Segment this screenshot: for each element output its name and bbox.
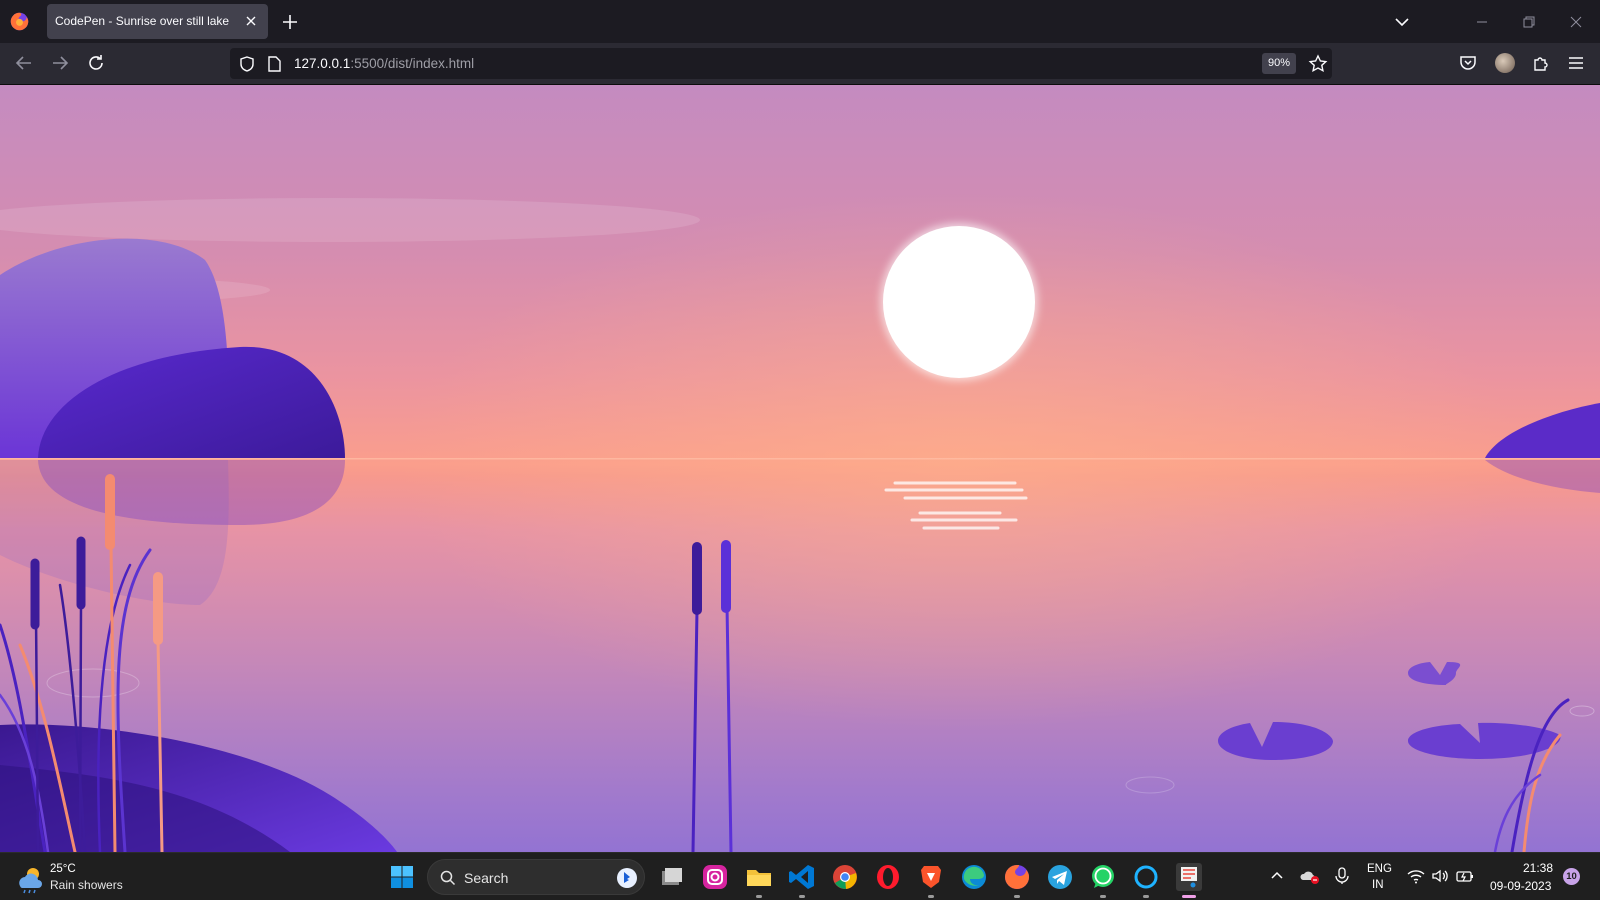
clock-time[interactable]: 21:38	[1523, 861, 1553, 875]
horizon-line	[0, 458, 1600, 460]
running-indicator	[799, 895, 805, 898]
chevron-down-icon[interactable]	[1392, 12, 1412, 32]
language-indicator[interactable]: ENG	[1367, 863, 1392, 875]
volume-icon[interactable]	[1431, 867, 1449, 885]
minimize-icon[interactable]	[1474, 14, 1490, 30]
page-icon[interactable]	[266, 55, 282, 73]
edge-icon[interactable]	[958, 861, 990, 893]
rain-cloud-icon	[19, 868, 42, 894]
search-icon	[440, 870, 456, 886]
page-viewport	[0, 85, 1600, 852]
clock-date[interactable]: 09-09-2023	[1490, 879, 1551, 893]
running-indicator	[1014, 895, 1020, 898]
url-bar[interactable]: 127.0.0.1:5500/dist/index.html 90%	[230, 48, 1332, 79]
sun	[883, 226, 1035, 378]
tab-title: CodePen - Sunrise over still lake	[55, 14, 230, 28]
whatsapp-icon[interactable]	[1087, 861, 1119, 893]
zoom-level-badge[interactable]: 90%	[1262, 53, 1297, 74]
chevron-up-icon[interactable]	[1270, 869, 1284, 883]
weather-widget[interactable]: 25°C Rain showers	[14, 861, 154, 895]
firefox-logo-icon[interactable]	[9, 11, 30, 32]
taskbar-search[interactable]: Search	[427, 859, 645, 895]
shield-icon[interactable]	[238, 55, 256, 73]
file-explorer-icon[interactable]	[743, 861, 775, 893]
weather-temperature: 25°C	[50, 863, 76, 875]
star-icon[interactable]	[1308, 54, 1328, 74]
battery-icon[interactable]	[1456, 867, 1474, 885]
wifi-icon[interactable]	[1407, 867, 1425, 885]
cortana-icon[interactable]	[1130, 861, 1162, 893]
active-tab[interactable]: CodePen - Sunrise over still lake	[47, 4, 268, 39]
account-avatar[interactable]	[1495, 53, 1515, 73]
firefox-icon[interactable]	[1001, 861, 1033, 893]
instagram-icon[interactable]	[699, 861, 731, 893]
puzzle-icon[interactable]	[1531, 53, 1551, 73]
windows-start-icon[interactable]	[390, 865, 414, 889]
microphone-icon[interactable]	[1334, 867, 1350, 885]
sunrise-lake-scene	[0, 85, 1600, 852]
task-view-icon[interactable]	[656, 861, 688, 893]
brave-icon[interactable]	[915, 861, 947, 893]
chrome-icon[interactable]	[829, 861, 861, 893]
navigation-toolbar: 127.0.0.1:5500/dist/index.html 90%	[0, 43, 1600, 85]
arrow-right-icon[interactable]	[49, 52, 71, 74]
onedrive-icon[interactable]	[1300, 867, 1320, 885]
windows-taskbar: 25°C Rain showers Search ENG IN 21:38 09…	[0, 852, 1600, 900]
weather-description: Rain showers	[50, 878, 123, 892]
running-indicator	[1100, 895, 1106, 898]
keyboard-region[interactable]: IN	[1372, 879, 1384, 891]
opera-icon[interactable]	[872, 861, 904, 893]
arrow-left-icon[interactable]	[13, 52, 35, 74]
search-placeholder: Search	[464, 870, 509, 886]
reload-icon[interactable]	[85, 52, 107, 74]
close-icon[interactable]	[242, 12, 260, 30]
url-text[interactable]: 127.0.0.1:5500/dist/index.html	[294, 56, 474, 71]
running-indicator	[756, 895, 762, 898]
active-app-indicator	[1182, 895, 1196, 898]
pocket-icon[interactable]	[1458, 53, 1478, 73]
plus-icon[interactable]	[280, 12, 300, 32]
telegram-icon[interactable]	[1044, 861, 1076, 893]
bing-icon[interactable]	[616, 867, 638, 889]
restore-icon[interactable]	[1521, 14, 1537, 30]
snipping-tool-icon[interactable]	[1173, 861, 1205, 893]
notification-badge[interactable]: 10	[1563, 868, 1580, 885]
hamburger-icon[interactable]	[1566, 53, 1586, 73]
tab-bar: CodePen - Sunrise over still lake	[0, 0, 1600, 43]
vscode-icon[interactable]	[786, 861, 818, 893]
running-indicator	[1143, 895, 1149, 898]
running-indicator	[928, 895, 934, 898]
window-close-icon[interactable]	[1568, 14, 1584, 30]
